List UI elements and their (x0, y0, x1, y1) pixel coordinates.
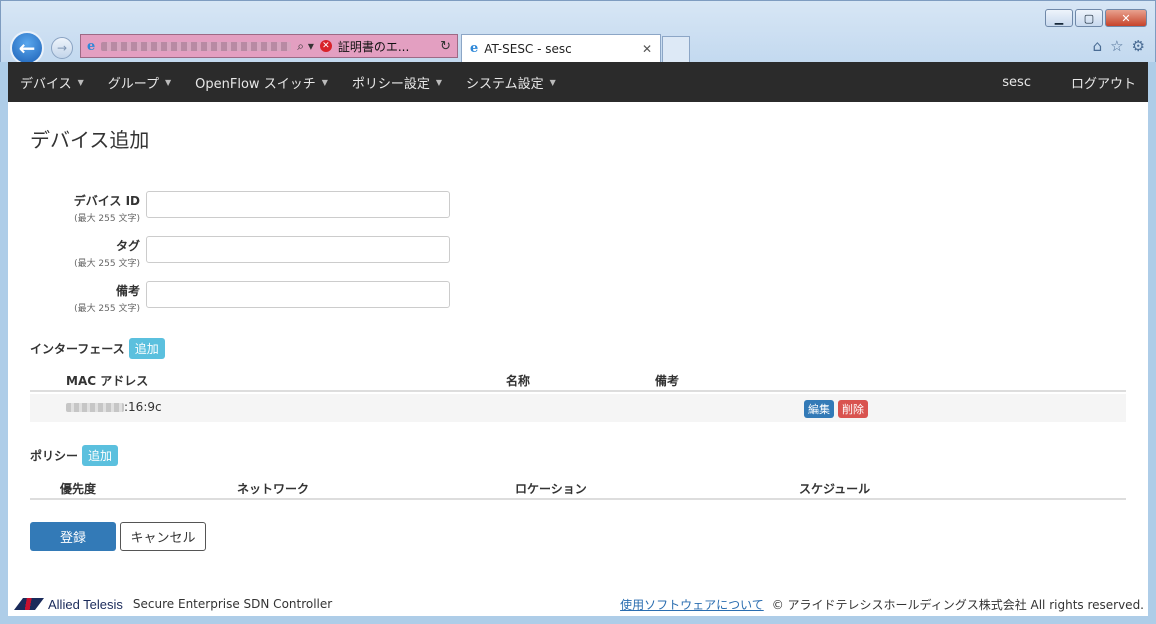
field-hint: (最大 255 文字) (74, 214, 140, 224)
browser-tab[interactable]: e AT-SESC - sesc ✕ (461, 34, 661, 62)
column-header: 名称 (506, 374, 531, 388)
form-row-note: 備考 (最大 255 文字) (30, 281, 460, 318)
tag-label: タグ (最大 255 文字) (74, 237, 140, 269)
policies-table-header: 優先度 ネットワーク ロケーション スケジュール (30, 476, 1126, 500)
chevron-down-icon: ▼ (549, 77, 556, 87)
column-header: MAC アドレス (66, 374, 149, 388)
form-row-device-id: デバイス ID (最大 255 文字) (30, 191, 460, 228)
nav-item-groups[interactable]: グループ ▼ (96, 73, 183, 92)
copyright-text: © アライドテレシスホールディングス株式会社 All rights reserv… (771, 597, 1144, 612)
tag-input[interactable] (146, 236, 450, 263)
app-navbar: デバイス ▼ グループ ▼ OpenFlow スイッチ ▼ ポリシー設定 ▼ シ… (8, 62, 1148, 102)
policies-heading: ポリシー 追加 (30, 445, 119, 466)
settings-gear-icon[interactable]: ⚙ (1132, 37, 1145, 55)
mac-suffix: :16:9c (124, 400, 162, 414)
new-tab-button[interactable] (662, 36, 690, 62)
form-row-tag: タグ (最大 255 文字) (30, 236, 460, 273)
table-row: :16:9c 編集 削除 (30, 394, 1126, 422)
chevron-down-icon: ▼ (435, 77, 443, 87)
nav-item-openflow[interactable]: OpenFlow スイッチ ▼ (183, 73, 340, 92)
section-title: ポリシー (30, 449, 79, 463)
address-url-blurred (101, 41, 292, 51)
ie-logo-icon: e (470, 41, 479, 56)
ie-logo-icon: e (87, 38, 96, 54)
home-icon[interactable]: ⌂ (1093, 37, 1103, 55)
submit-button[interactable]: 登録 (30, 522, 116, 551)
window-controls: ▁ ▢ ✕ (1045, 9, 1147, 27)
nav-item-policy[interactable]: ポリシー設定 ▼ (340, 73, 454, 92)
chevron-down-icon: ▼ (165, 77, 172, 87)
tab-title: AT-SESC - sesc (484, 41, 572, 56)
column-header: スケジュール (799, 482, 871, 496)
nav-item-devices[interactable]: デバイス ▼ (8, 73, 96, 92)
product-name: Secure Enterprise SDN Controller (132, 597, 333, 611)
field-hint: (最大 255 文字) (74, 259, 140, 269)
search-icon[interactable]: ⌕ ▾ (297, 39, 314, 54)
interfaces-heading: インターフェース 追加 (30, 338, 165, 359)
note-input[interactable] (146, 281, 450, 308)
column-header: ネットワーク (237, 482, 310, 496)
nav-user[interactable]: sesc (976, 75, 1057, 90)
device-id-label: デバイス ID (最大 255 文字) (74, 192, 140, 224)
nav-item-label: グループ (107, 76, 160, 92)
software-info-link[interactable]: 使用ソフトウェアについて (620, 596, 764, 613)
close-icon[interactable]: ✕ (1105, 9, 1147, 27)
nav-item-label: デバイス (20, 76, 72, 92)
add-policy-button[interactable]: 追加 (82, 445, 119, 466)
mac-address-cell: :16:9c (66, 400, 162, 414)
mac-blurred (66, 403, 124, 412)
chevron-down-icon: ▼ (77, 77, 84, 87)
back-arrow-icon[interactable]: ← (10, 31, 44, 65)
cert-error-text[interactable]: 証明書のエ... (338, 38, 409, 55)
forward-arrow-icon[interactable]: → (51, 37, 73, 59)
logo-mark-icon (14, 598, 44, 610)
refresh-icon[interactable]: ↻ (440, 39, 451, 54)
delete-button[interactable]: 削除 (838, 400, 868, 418)
page-content: デバイス追加 デバイス ID (最大 255 文字) タグ (最大 255 文字… (8, 102, 1148, 616)
footer: Allied Telesis Secure Enterprise SDN Con… (8, 592, 1148, 616)
column-header: ロケーション (515, 482, 587, 496)
logout-link[interactable]: ログアウト (1057, 73, 1148, 92)
allied-telesis-logo: Allied Telesis (14, 597, 123, 612)
nav-item-label: OpenFlow スイッチ (195, 76, 316, 92)
minimize-icon[interactable]: ▁ (1045, 9, 1073, 27)
browser-chrome: ▁ ▢ ✕ ← → e ⌕ ▾ ✕ 証明書のエ... ↻ e AT-SESC -… (0, 0, 1156, 65)
add-interface-button[interactable]: 追加 (128, 338, 165, 359)
field-label: 備考 (115, 284, 140, 298)
nav-item-label: システム設定 (466, 76, 544, 92)
column-header: 優先度 (60, 482, 97, 496)
field-label: タグ (115, 239, 140, 253)
chrome-toolbar: ⌂ ☆ ⚙ (1093, 37, 1145, 55)
note-label: 備考 (最大 255 文字) (74, 282, 140, 314)
field-hint: (最大 255 文字) (74, 304, 140, 314)
tab-close-icon[interactable]: ✕ (642, 42, 652, 56)
device-id-input[interactable] (146, 191, 450, 218)
maximize-icon[interactable]: ▢ (1075, 9, 1103, 27)
cert-error-icon[interactable]: ✕ (319, 40, 332, 52)
address-bar[interactable]: e ⌕ ▾ ✕ 証明書のエ... ↻ (80, 34, 458, 58)
favorites-star-icon[interactable]: ☆ (1110, 37, 1123, 55)
chevron-down-icon: ▼ (321, 77, 328, 87)
nav-item-label: ポリシー設定 (351, 76, 430, 92)
section-title: インターフェース (30, 342, 125, 356)
cancel-button[interactable]: キャンセル (120, 522, 206, 551)
page-title: デバイス追加 (30, 128, 150, 152)
nav-item-system[interactable]: システム設定 ▼ (454, 73, 568, 92)
column-header: 備考 (655, 374, 680, 388)
interfaces-table-header: MAC アドレス 名称 備考 (30, 368, 1126, 392)
brand-name: Allied Telesis (48, 596, 123, 612)
field-label: デバイス ID (73, 194, 140, 208)
edit-button[interactable]: 編集 (804, 400, 834, 418)
